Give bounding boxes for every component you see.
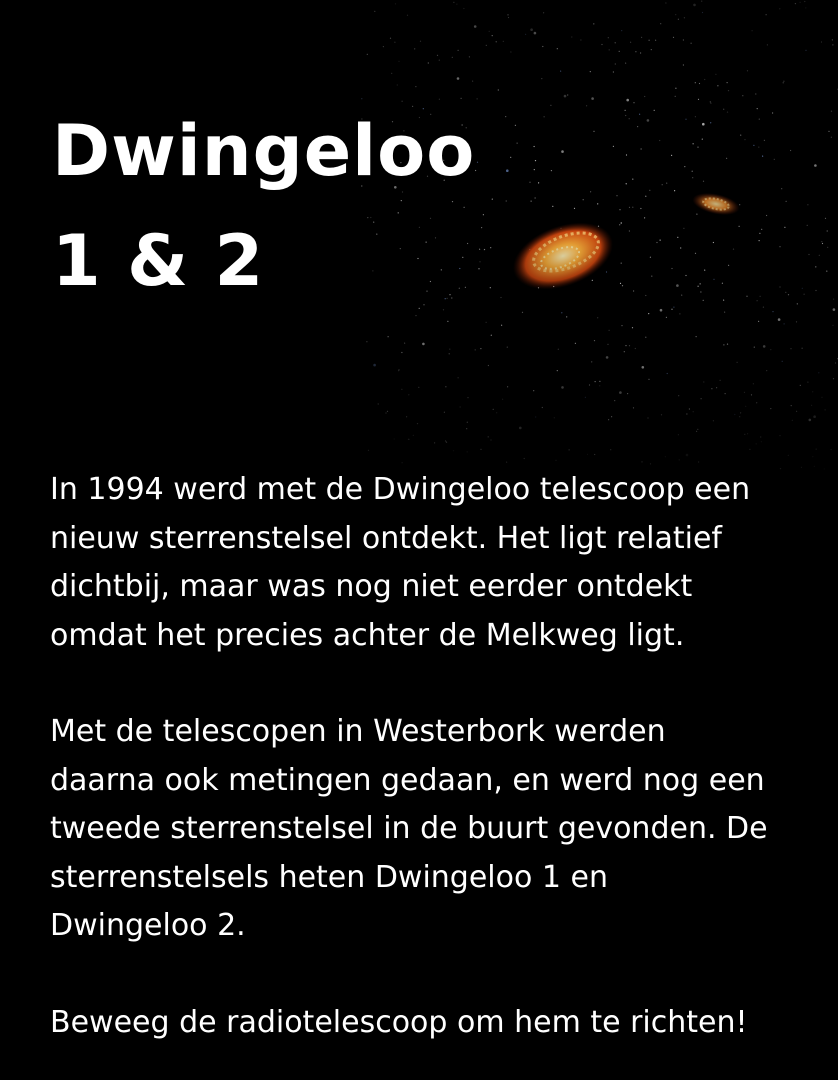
info-panel: Dwingeloo 1 & 2 In 1994 werd met de Dwin… [0, 0, 838, 1080]
page-title: Dwingeloo 1 & 2 [52, 96, 475, 316]
paragraph-westerbork: Met de telescopen in Westerbork werden d… [50, 714, 768, 943]
title-line-1: Dwingeloo [52, 110, 476, 192]
paragraph-discovery: In 1994 werd met de Dwingeloo telescoop … [50, 472, 751, 653]
description: In 1994 werd met de Dwingeloo telescoop … [50, 466, 810, 1080]
instruction-text: Beweeg de radiotelescoop om hem te richt… [50, 1004, 748, 1040]
title-line-2: 1 & 2 [52, 220, 265, 302]
